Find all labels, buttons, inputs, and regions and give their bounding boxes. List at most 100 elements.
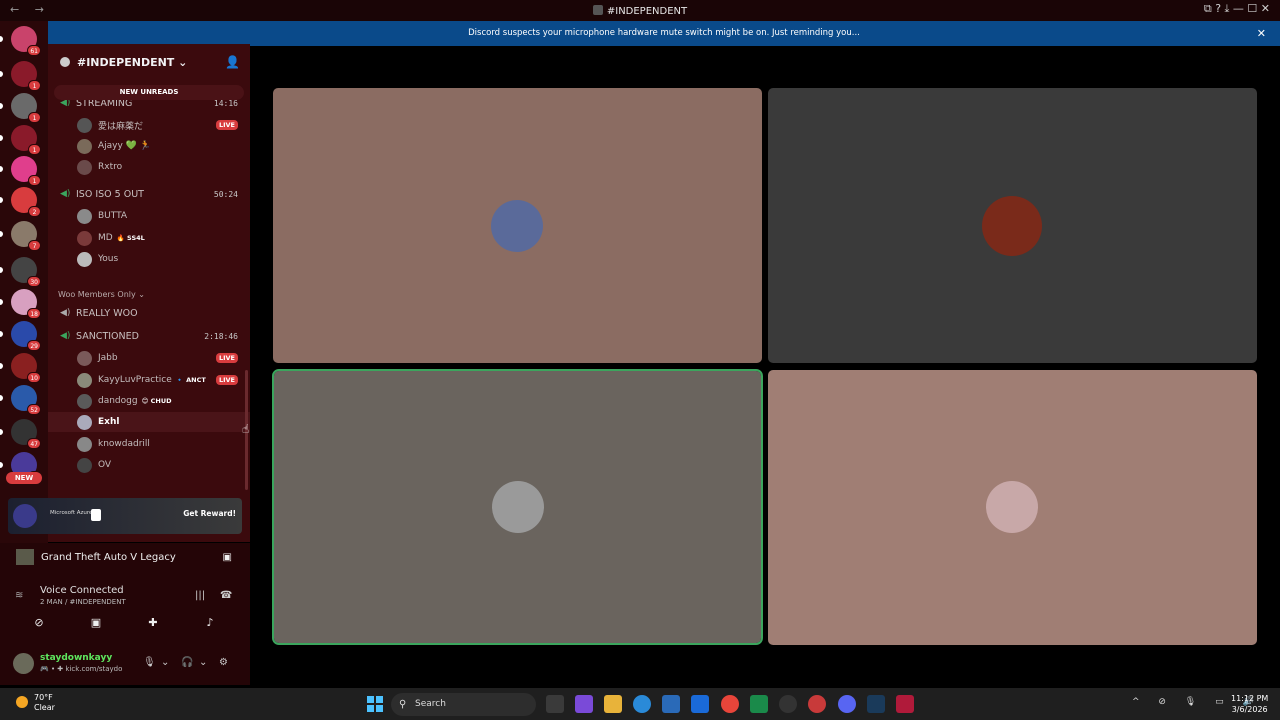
avatar[interactable]: [13, 653, 34, 674]
mention-badge: 61: [27, 45, 41, 56]
window-controls[interactable]: ⧉ ? ⤓ — ☐ ✕: [1204, 2, 1270, 16]
weather-icon[interactable]: [16, 696, 28, 708]
voice-user[interactable]: dandogg 😊 CHUD: [48, 391, 250, 411]
server-icon[interactable]: 2: [0, 187, 41, 217]
server-icon[interactable]: 1: [0, 93, 41, 123]
category-woo-members[interactable]: Woo Members Only ⌄: [48, 284, 250, 304]
get-reward-button[interactable]: Get Reward!: [183, 509, 236, 518]
outlook-icon[interactable]: [691, 695, 709, 713]
user-name[interactable]: staydownkayy: [40, 653, 112, 663]
user-panel: staydownkayy 🎮 • ✚ kick.com/staydo 🎙 ⌄ 🎧…: [0, 641, 250, 685]
speaker-icon: ◀): [60, 189, 71, 199]
server-icon[interactable]: 1: [0, 61, 41, 91]
weather-widget[interactable]: 70°F Clear: [34, 693, 55, 713]
app-icon[interactable]: [750, 695, 768, 713]
chevron-down-icon[interactable]: ⌄: [161, 657, 169, 668]
voice-user[interactable]: Yous: [48, 249, 250, 269]
voice-user[interactable]: OV: [48, 455, 250, 475]
server-icon: [592, 4, 603, 15]
server-icon[interactable]: 47: [0, 419, 41, 449]
voice-status[interactable]: Voice Connected: [40, 585, 124, 596]
guild-header[interactable]: #INDEPENDENT ⌄ 👤: [48, 44, 250, 80]
task-view-icon[interactable]: [546, 695, 564, 713]
voice-channel-sanctioned[interactable]: ◀) SANCTIONED 2:18:46: [48, 326, 250, 346]
store-icon[interactable]: [662, 695, 680, 713]
unread-indicator: [0, 429, 3, 435]
new-unreads-pill[interactable]: NEW UNREADS: [54, 85, 244, 100]
headphones-icon[interactable]: 🎧: [181, 657, 193, 668]
server-icon[interactable]: 10: [0, 353, 41, 383]
share-screen-icon[interactable]: ▣: [74, 616, 118, 634]
unread-indicator: [0, 103, 3, 109]
voice-channel-name[interactable]: 2 MAN / #INDEPENDENT: [40, 598, 126, 606]
voice-user[interactable]: BUTTA: [48, 206, 250, 226]
avatar: [77, 159, 92, 175]
microphone-icon[interactable]: 🎙: [143, 657, 156, 668]
participant-tile[interactable]: [768, 370, 1257, 645]
file-explorer-icon[interactable]: [604, 695, 622, 713]
disconnect-icon[interactable]: ☎: [220, 590, 232, 601]
server-icon[interactable]: 1: [0, 125, 41, 155]
clock[interactable]: 11:12 PM 3/6/2026: [1231, 693, 1268, 715]
app-icon[interactable]: [896, 695, 914, 713]
steam-icon[interactable]: [867, 695, 885, 713]
new-servers-pill[interactable]: NEW: [6, 472, 42, 484]
voice-user[interactable]: KayyLuvPractice 🔹 ANCT LIVE: [48, 370, 250, 390]
server-icon[interactable]: 1: [0, 156, 41, 186]
avatar: [77, 230, 92, 246]
server-icon[interactable]: 52: [0, 385, 41, 415]
signal-icon[interactable]: ≋: [15, 590, 23, 601]
mention-badge: 30: [27, 276, 41, 287]
participant-tile[interactable]: [273, 88, 762, 363]
unread-indicator: [0, 197, 3, 203]
gear-icon[interactable]: ⚙: [219, 657, 228, 668]
voice-channel-iso[interactable]: ◀) ISO ISO 5 OUT 50:24: [48, 184, 250, 204]
voice-user[interactable]: Rxtro: [48, 157, 250, 177]
user-name: Rxtro: [98, 162, 123, 172]
participant-tile[interactable]: [768, 88, 1257, 363]
add-member-icon[interactable]: 👤: [225, 55, 240, 69]
noise-suppression-icon[interactable]: |||: [195, 590, 205, 601]
time: 11:12 PM: [1231, 694, 1269, 703]
user-name: dandogg: [98, 396, 138, 406]
temperature: 70°F: [34, 693, 53, 702]
voice-user[interactable]: Ajayy 💚 🏃: [48, 136, 250, 156]
camera-off-icon[interactable]: ⊘: [17, 616, 61, 634]
taskbar-search[interactable]: ⚲ Search: [391, 693, 536, 716]
server-icon[interactable]: 29: [0, 321, 41, 351]
mention-badge: 7: [28, 240, 41, 251]
voice-user[interactable]: knowdadrill: [48, 434, 250, 454]
voice-user[interactable]: Exhl: [48, 412, 250, 432]
taskbar: 70°F Clear ⚲ Search ^ ⊘ 🎙 ▭ 🔊 11:12 PM 3…: [0, 688, 1280, 720]
speaker-icon: ◀): [60, 331, 71, 341]
user-name: Jabb: [98, 353, 118, 363]
speaker-icon: ◀): [60, 308, 71, 318]
server-icon[interactable]: 30: [0, 257, 41, 287]
activities-icon[interactable]: ✚: [131, 616, 175, 634]
avatar: [77, 138, 92, 154]
start-button-icon[interactable]: [367, 696, 383, 712]
app-icon[interactable]: [779, 695, 797, 713]
discord-icon[interactable]: [838, 695, 856, 713]
chevron-down-icon[interactable]: ⌄: [199, 657, 207, 668]
close-icon[interactable]: ✕: [1257, 21, 1266, 46]
voice-channel-really-woo[interactable]: ◀) REALLY WOO: [48, 303, 250, 323]
chrome-icon[interactable]: [721, 695, 739, 713]
microsoft-azure-label: Microsoft Azure: [50, 510, 93, 516]
server-icon[interactable]: 61: [0, 26, 41, 56]
edge-icon[interactable]: [633, 695, 651, 713]
channel-sidebar: #INDEPENDENT ⌄ 👤 ◀) STREAMING 14:16 NEW …: [48, 44, 250, 542]
server-icon[interactable]: 7: [0, 221, 41, 251]
app-icon[interactable]: [808, 695, 826, 713]
voice-user[interactable]: MD 🔥 SS4L: [48, 228, 250, 248]
stream-game-icon[interactable]: ▣: [223, 552, 232, 563]
participant-tile-speaking[interactable]: [272, 369, 763, 645]
weather-condition: Clear: [34, 703, 55, 712]
soundboard-icon[interactable]: ♪: [188, 616, 232, 634]
voice-user[interactable]: Jabb LIVE: [48, 348, 250, 368]
copilot-icon[interactable]: [575, 695, 593, 713]
server-icon[interactable]: 18: [0, 289, 41, 319]
unread-indicator: [0, 267, 3, 273]
voice-user[interactable]: 愛は麻薬だ LIVE: [48, 115, 250, 135]
unread-indicator: [0, 71, 3, 77]
